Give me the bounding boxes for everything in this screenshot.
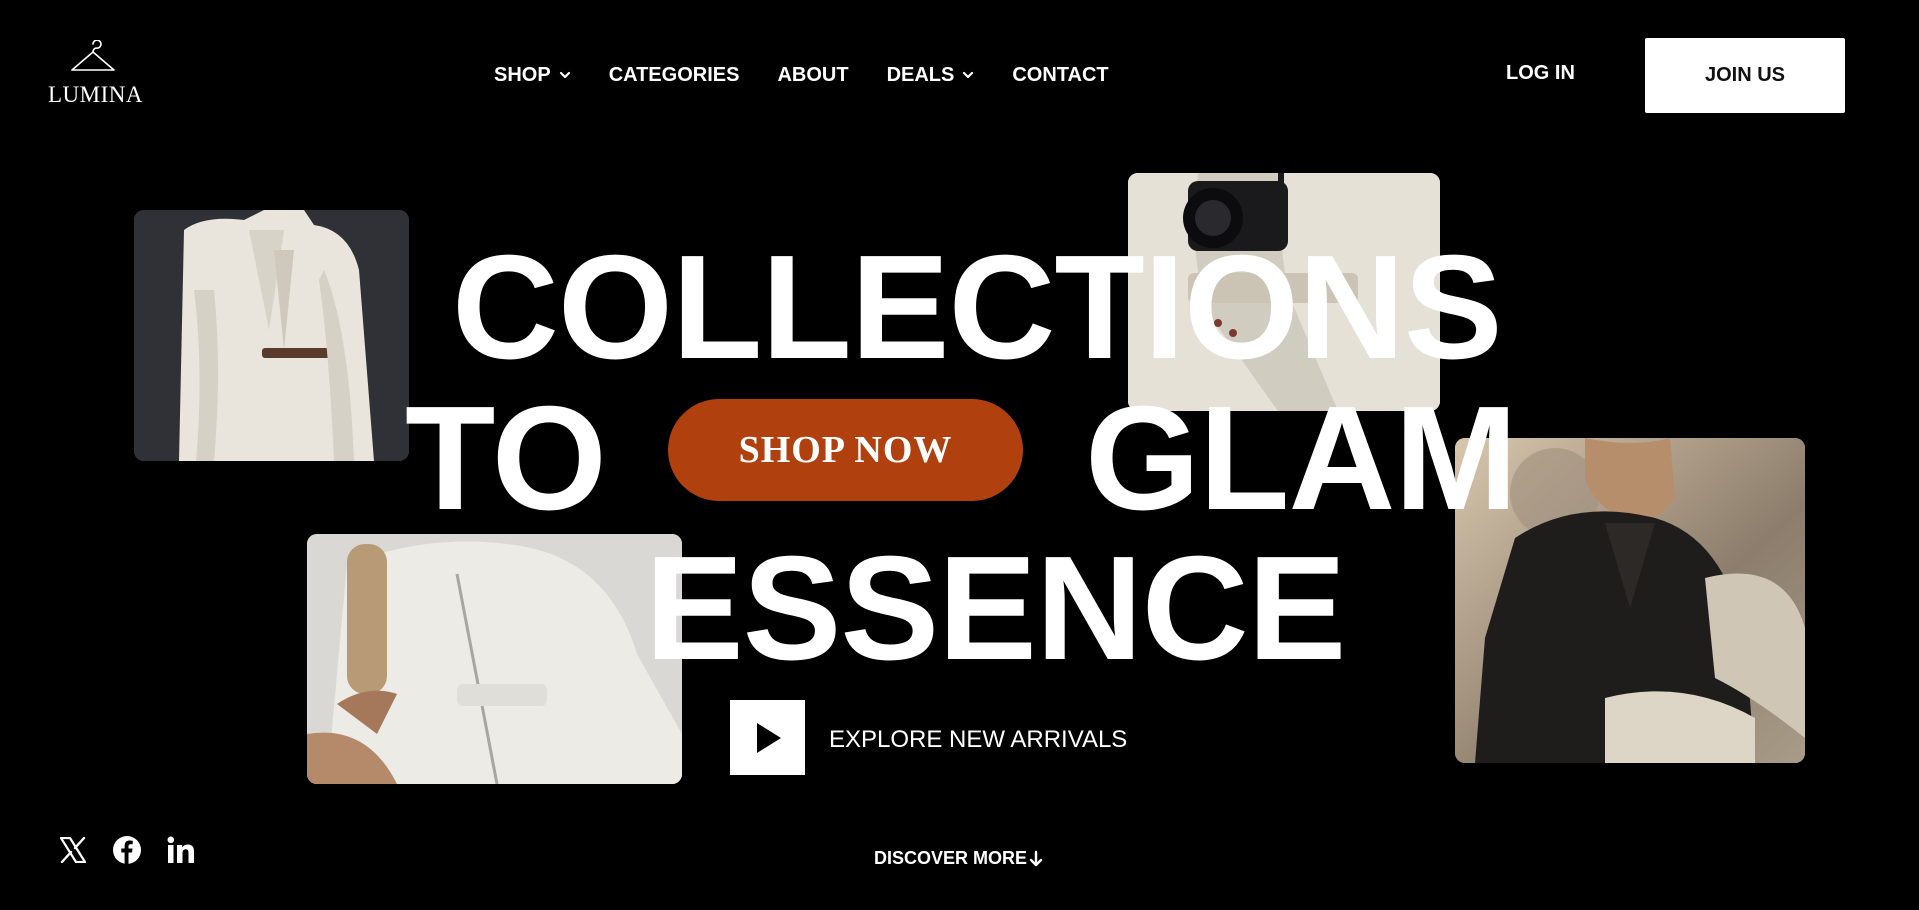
chevron-down-icon [963, 71, 974, 79]
nav-item-shop[interactable]: SHOP [494, 64, 571, 87]
x-icon[interactable] [58, 835, 88, 865]
nav-item-deals[interactable]: DEALS [887, 64, 975, 87]
main-nav: SHOP CATEGORIES ABOUT DEALS CONTACT [494, 62, 1109, 88]
discover-more-link[interactable]: DISCOVER MORE [874, 848, 1043, 869]
facebook-icon[interactable] [112, 835, 142, 865]
shop-now-button[interactable]: SHOP NOW [668, 399, 1023, 501]
chevron-down-icon [559, 71, 570, 79]
nav-item-label: DEALS [886, 63, 955, 86]
nav-item-label: CONTACT [1012, 63, 1109, 86]
nav-item-categories[interactable]: CATEGORIES [609, 64, 740, 87]
nav-item-about[interactable]: ABOUT [777, 64, 848, 87]
discover-more-label: DISCOVER MORE [874, 848, 1028, 868]
arrow-down-icon [1029, 850, 1043, 866]
explore-new-arrivals-link[interactable]: EXPLORE NEW ARRIVALS [829, 726, 1127, 754]
hero-headline-line-1: COLLECTIONS [452, 225, 1503, 390]
nav-item-label: SHOP [494, 63, 551, 86]
nav-item-label: CATEGORIES [608, 63, 740, 86]
hero-headline-line-2-right: GLAM [1085, 376, 1518, 541]
play-video-button[interactable] [730, 700, 805, 775]
hero-headline-line-2-left: TO [405, 376, 607, 541]
linkedin-icon[interactable] [166, 835, 196, 865]
hanger-icon [71, 40, 115, 71]
hero-headline-line-3: ESSENCE [645, 526, 1346, 691]
photo-white-suit [134, 210, 409, 461]
photo-linen-dress [307, 534, 682, 784]
login-link[interactable]: LOG IN [1506, 62, 1575, 85]
play-icon [756, 722, 781, 753]
social-links [58, 835, 220, 865]
join-us-button[interactable]: JOIN US [1645, 38, 1845, 113]
brand-name: LUMINA [48, 82, 143, 107]
nav-item-label: ABOUT [777, 63, 849, 86]
brand-logo[interactable]: LUMINA [48, 40, 143, 107]
nav-item-contact[interactable]: CONTACT [1012, 64, 1108, 87]
